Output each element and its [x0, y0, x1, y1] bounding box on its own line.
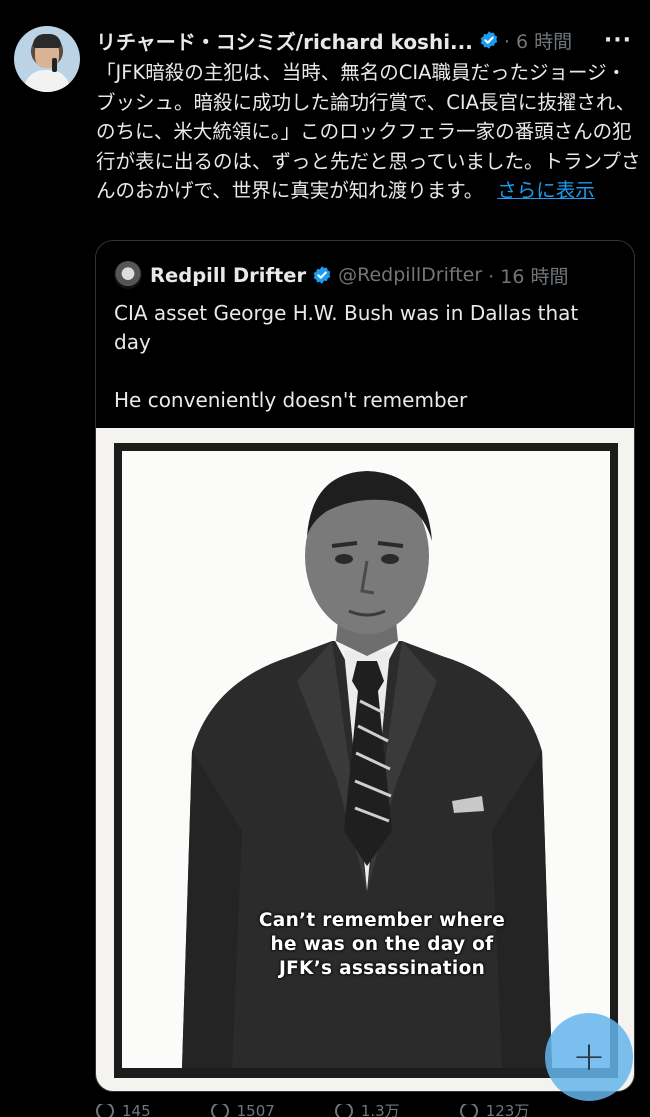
author-name[interactable]: リチャード・コシミズ/richard koshi...	[96, 26, 473, 55]
image-caption: Can’t remember where he was on the day o…	[258, 910, 506, 979]
reply-icon	[96, 1104, 114, 1117]
tweet[interactable]: リチャード・コシミズ/richard koshi... · 6 時間 ··· 「…	[0, 0, 650, 1117]
tweet-time[interactable]: · 6 時間	[504, 27, 572, 54]
more-options-icon[interactable]: ···	[604, 28, 632, 53]
like-count: 1.3万	[360, 1104, 400, 1117]
reply-count: 145	[122, 1104, 151, 1117]
verified-badge-icon	[479, 30, 499, 50]
heart-icon	[334, 1104, 353, 1117]
tweet-header: リチャード・コシミズ/richard koshi... · 6 時間	[96, 25, 642, 55]
quoted-author-handle[interactable]: @RedpillDrifter	[338, 264, 482, 286]
plus-icon: +	[572, 1034, 606, 1080]
compose-button[interactable]: +	[545, 1013, 633, 1101]
quoted-tweet[interactable]: Redpill Drifter @RedpillDrifter · 16 時間 …	[95, 240, 635, 1092]
quoted-tweet-image[interactable]: Can’t remember where he was on the day o…	[96, 428, 634, 1091]
retweet-count: 1507	[236, 1104, 275, 1117]
author-avatar[interactable]	[14, 26, 80, 92]
verified-badge-icon	[312, 265, 332, 285]
retweet-icon	[210, 1104, 229, 1117]
views-icon	[459, 1104, 478, 1117]
show-more-link[interactable]: さらに表示	[497, 179, 595, 202]
like-button[interactable]: 1.3万	[334, 1104, 400, 1117]
quoted-tweet-time[interactable]: · 16 時間	[488, 262, 568, 289]
quoted-tweet-text: CIA asset George H.W. Bush was in Dallas…	[114, 301, 579, 412]
views-count: 123万	[485, 1104, 530, 1117]
quoted-author-name[interactable]: Redpill Drifter	[150, 264, 306, 287]
retweet-button[interactable]: 1507	[210, 1104, 275, 1117]
reply-button[interactable]: 145	[96, 1104, 151, 1117]
views-button[interactable]: 123万	[459, 1104, 530, 1117]
quoted-tweet-header: Redpill Drifter @RedpillDrifter · 16 時間	[114, 261, 568, 289]
tweet-body: 「JFK暗殺の主犯は、当時、無名のCIA職員だったジョージ・ブッシュ。暗殺に成功…	[96, 58, 642, 206]
tweet-actions: 145 1507 1.3万 123万	[96, 1104, 642, 1117]
photo-frame: Can’t remember where he was on the day o…	[114, 443, 618, 1078]
quoted-author-avatar[interactable]	[114, 261, 142, 289]
